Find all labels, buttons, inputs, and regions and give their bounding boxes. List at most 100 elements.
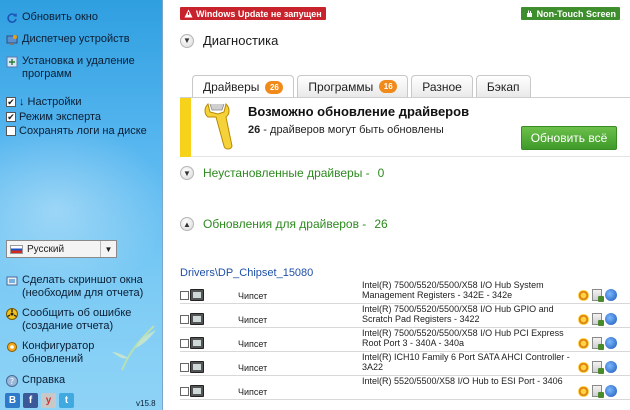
tab-drivers-label: Драйверы <box>203 80 260 94</box>
device-manager-label: Диспетчер устройств <box>22 33 130 45</box>
add-remove-programs-item[interactable]: Установка и удаление программ <box>6 55 156 81</box>
save-logs-label: Сохранять логи на диске <box>19 125 147 137</box>
refresh-icon <box>6 12 18 24</box>
driver-row[interactable]: Чипсет Intel(R) 7500/5520/5500/X58 I/O H… <box>180 328 630 352</box>
driver-row[interactable]: Чипсет Intel(R) ICH10 Family 6 Port SATA… <box>180 352 630 376</box>
windows-update-warning-badge[interactable]: Windows Update не запущен <box>180 7 326 20</box>
tab-backup-label: Бэкап <box>486 79 520 94</box>
driver-name: Intel(R) 5520/5500/X58 I/O Hub to ESI Po… <box>362 376 563 386</box>
screenshot-item[interactable]: Сделать скриншот окна (необходим для отч… <box>6 274 156 300</box>
driver-name: Intel(R) 7500/5520/5500/X58 I/O Hub GPIO… <box>362 304 554 324</box>
driver-updates-header[interactable]: ▲ Обновления для драйверов - 26 <box>180 217 388 231</box>
chevron-down-icon[interactable]: ▼ <box>180 33 194 48</box>
driver-row[interactable]: Чипсет Intel(R) 5520/5500/X58 I/O Hub to… <box>180 376 630 400</box>
driver-row[interactable]: Чипсет Intel(R) 7500/5520/5500/X58 I/O H… <box>180 280 630 304</box>
driver-type: Чипсет <box>238 315 268 325</box>
save-logs-toggle[interactable]: Сохранять логи на диске <box>6 125 147 137</box>
driver-pack-path[interactable]: Drivers\DP_Chipset_15080 <box>180 267 313 279</box>
refresh-window-label: Обновить окно <box>22 11 98 23</box>
gear-icon[interactable] <box>578 361 589 373</box>
leaf-decoration-icon <box>112 325 156 371</box>
tab-drivers-count-badge: 26 <box>265 80 284 94</box>
update-configurator-label: Конфигуратор обновлений <box>22 340 95 365</box>
save-logs-checkbox[interactable] <box>6 126 16 136</box>
tab-drivers[interactable]: Драйверы 26 <box>192 75 295 98</box>
expert-mode-label: Режим эксперта <box>19 111 102 123</box>
driver-checkbox[interactable] <box>180 387 189 396</box>
chevron-down-icon[interactable]: ▼ <box>180 166 194 180</box>
device-icon <box>190 385 204 397</box>
expert-mode-toggle[interactable]: ✔ Режим эксперта <box>6 111 101 123</box>
gear-icon[interactable] <box>578 289 589 301</box>
blog-icon[interactable]: B <box>5 393 20 408</box>
help-item[interactable]: ? Справка <box>6 374 65 387</box>
tab-programs-count-badge: 16 <box>379 80 398 93</box>
refresh-window-item[interactable]: Обновить окно <box>6 11 98 24</box>
windows-update-warning-text: Windows Update не запущен <box>196 8 322 19</box>
driver-updates-text: Обновления для драйверов - <box>203 217 367 231</box>
device-icon <box>190 313 204 325</box>
device-manager-icon <box>6 34 18 46</box>
driver-checkbox[interactable] <box>180 363 189 372</box>
info-icon[interactable] <box>605 361 617 373</box>
driver-list: Чипсет Intel(R) 7500/5520/5500/X58 I/O H… <box>180 280 630 400</box>
expert-mode-checkbox[interactable]: ✔ <box>6 112 16 122</box>
document-icon[interactable] <box>592 313 604 326</box>
update-configurator-item[interactable]: Конфигуратор обновлений <box>6 340 116 366</box>
gear-icon[interactable] <box>578 337 589 349</box>
driver-checkbox[interactable] <box>180 291 189 300</box>
driver-type: Чипсет <box>238 387 268 397</box>
gear-icon[interactable] <box>578 313 589 325</box>
driver-actions <box>578 289 617 302</box>
info-icon[interactable] <box>605 385 617 397</box>
twitter-icon[interactable]: t <box>59 393 74 408</box>
svg-text:?: ? <box>10 377 14 386</box>
document-icon[interactable] <box>592 289 604 302</box>
info-icon[interactable] <box>605 289 617 301</box>
driver-row[interactable]: Чипсет Intel(R) 7500/5520/5500/X58 I/O H… <box>180 304 630 328</box>
update-all-button[interactable]: Обновить всё <box>521 126 617 150</box>
main-panel: Windows Update не запущен Non-Touch Scre… <box>164 0 630 410</box>
sidebar-glow <box>0 120 162 300</box>
chevron-up-icon[interactable]: ▲ <box>180 217 194 231</box>
tab-backup[interactable]: Бэкап <box>475 75 531 97</box>
screenshot-icon <box>6 275 18 287</box>
info-icon[interactable] <box>605 313 617 325</box>
driver-name: Intel(R) ICH10 Family 6 Port SATA AHCI C… <box>362 352 570 372</box>
document-icon[interactable] <box>592 337 604 350</box>
driver-checkbox[interactable] <box>180 339 189 348</box>
add-remove-label: Установка и удаление программ <box>22 55 135 80</box>
russia-flag-icon <box>10 244 23 254</box>
non-touch-text: Non-Touch Screen <box>536 8 616 19</box>
uninstalled-drivers-count: 0 <box>377 166 385 180</box>
settings-checkbox[interactable]: ✔ <box>6 97 16 107</box>
driver-actions <box>578 313 617 326</box>
youtube-icon[interactable]: y <box>41 393 56 408</box>
device-manager-item[interactable]: Диспетчер устройств <box>6 33 130 46</box>
highlight-bar <box>180 98 191 157</box>
driver-checkbox[interactable] <box>180 315 189 324</box>
facebook-icon[interactable]: f <box>23 393 38 408</box>
non-touch-badge[interactable]: Non-Touch Screen <box>520 7 620 20</box>
screenshot-label: Сделать скриншот окна (необходим для отч… <box>22 274 144 299</box>
tab-misc[interactable]: Разное <box>411 75 473 97</box>
social-links: B f y t <box>5 393 74 408</box>
diagnostics-header[interactable]: ▼ Диагностика <box>180 33 278 48</box>
update-summary-title: Возможно обновление драйверов <box>248 104 470 119</box>
driver-type: Чипсет <box>238 339 268 349</box>
tab-programs[interactable]: Программы 16 <box>297 75 409 97</box>
document-icon[interactable] <box>592 385 604 398</box>
document-icon[interactable] <box>592 361 604 374</box>
chevron-down-icon[interactable]: ▼ <box>100 241 116 257</box>
help-icon: ? <box>6 375 18 387</box>
tab-programs-label: Программы <box>308 79 374 94</box>
language-select[interactable]: Русский ▼ <box>6 240 117 258</box>
info-icon[interactable] <box>605 337 617 349</box>
driver-actions <box>578 361 617 374</box>
update-summary-text: - драйверов могут быть обновлены <box>260 124 444 136</box>
uninstalled-drivers-header[interactable]: ▼ Неустановленные драйверы - 0 <box>180 166 384 180</box>
update-summary-panel: Возможно обновление драйверов 26 - драйв… <box>180 97 630 157</box>
settings-toggle[interactable]: ✔ ↓ Настройки <box>6 96 82 108</box>
gear-icon[interactable] <box>578 385 589 397</box>
sidebar: Обновить окно Диспетчер устройств Устано… <box>0 0 163 410</box>
